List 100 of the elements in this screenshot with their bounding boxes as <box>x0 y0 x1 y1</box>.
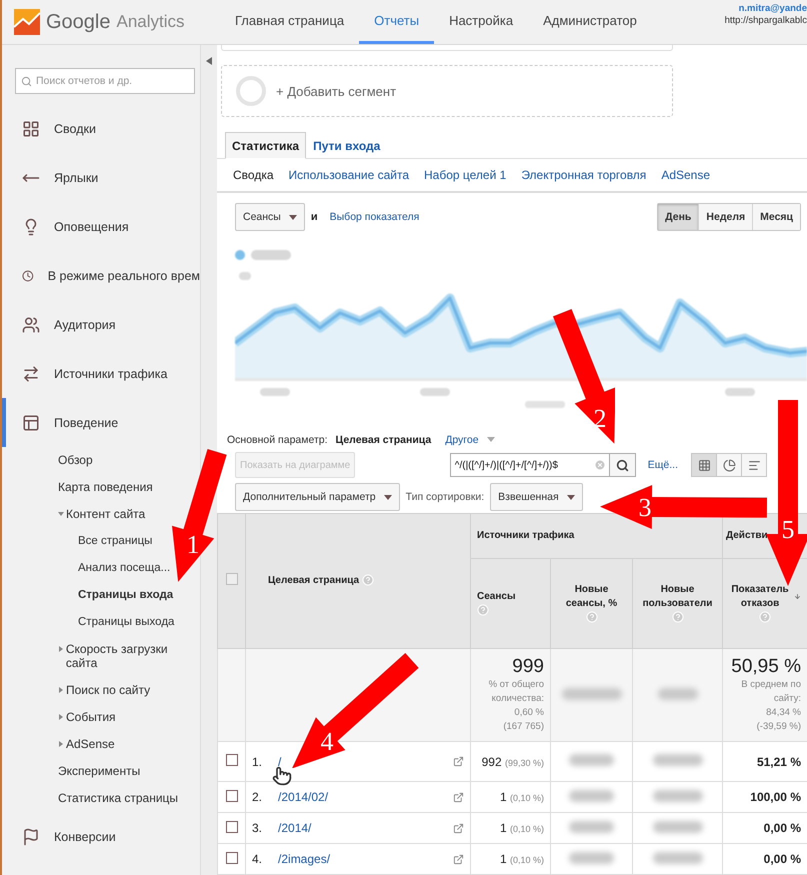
search-icon <box>616 458 629 472</box>
row-checkbox[interactable] <box>226 790 238 802</box>
other-dimension-link[interactable]: Другое <box>445 434 479 446</box>
external-link-icon[interactable] <box>453 854 464 864</box>
conjunction-text: и <box>310 211 318 224</box>
secondary-dimension-dropdown[interactable]: Дополнительный параметр <box>235 483 400 511</box>
nav-subitem[interactable]: Эксперименты <box>58 758 140 785</box>
blurred-value <box>658 688 698 700</box>
filter-field[interactable]: ^/(|([^/]+/)|([^/]+/[^/]+/))$ <box>450 453 610 478</box>
period-button[interactable]: День <box>658 204 698 230</box>
nav-subitem[interactable]: Статистика страницы <box>58 785 178 812</box>
nav-tab[interactable]: Администратор <box>528 0 652 44</box>
nav-subitem[interactable]: Страницы входа <box>78 582 174 609</box>
annotation-number: 3 <box>638 493 652 523</box>
select-metric-link[interactable]: Выбор показателя <box>330 211 420 224</box>
nav-subitem[interactable]: Поиск по сайту <box>58 677 150 704</box>
bounce-rate-value: 0,00 % <box>764 852 801 866</box>
grid-icon <box>22 120 40 138</box>
bounce-rate-value: 51,21 % <box>756 754 801 768</box>
bars-icon <box>748 458 760 472</box>
bars-view-button[interactable] <box>741 453 767 478</box>
nav-item[interactable]: Ярлыки <box>2 153 200 202</box>
pie-view-button[interactable] <box>716 453 742 478</box>
subtab-link[interactable]: Использование сайта <box>288 168 410 182</box>
row-checkbox[interactable] <box>226 820 238 832</box>
table-view-button[interactable] <box>691 453 717 478</box>
blurred-value <box>652 754 702 766</box>
external-link-icon[interactable] <box>453 822 464 834</box>
search-field[interactable]: Поиск отчетов и др. <box>15 68 195 94</box>
page-link[interactable]: /2014/02/ <box>278 790 328 804</box>
blurred-value <box>569 754 614 766</box>
nav-item[interactable]: Сводки <box>2 104 200 153</box>
nav-subitem[interactable]: Контент сайта <box>58 501 146 528</box>
nav-item[interactable]: Конверсии <box>2 812 200 861</box>
row-checkbox[interactable] <box>226 852 238 864</box>
blurred-axis-label <box>239 272 251 280</box>
row-index: 1. <box>252 754 262 768</box>
period-button[interactable]: Неделя <box>698 204 752 230</box>
group-header: Действи <box>726 530 768 541</box>
external-link-icon[interactable] <box>453 792 464 802</box>
bounce-rate-value: 0,00 % <box>764 821 801 835</box>
annotation-number: 4 <box>320 727 334 757</box>
bounce-rate-value: 100,00 % <box>750 790 801 804</box>
subtab-link[interactable]: AdSense <box>661 168 710 182</box>
flag-icon <box>22 828 40 846</box>
sessions-share: (0,10 %) <box>510 855 544 865</box>
nav-subitem[interactable]: Обзор <box>58 447 93 474</box>
sessions-value: 1 <box>500 852 507 866</box>
search-button[interactable] <box>610 453 636 478</box>
external-link-icon[interactable] <box>453 756 464 767</box>
column-header[interactable]: Сеансы <box>477 590 516 604</box>
sort-down-icon[interactable] <box>794 591 801 602</box>
nav-tab[interactable]: Главная страница <box>220 0 360 44</box>
caret-right-icon <box>58 646 64 652</box>
more-link[interactable]: Ещё... <box>648 459 678 472</box>
group-header: Источники трафика <box>477 530 574 541</box>
arrows-icon <box>22 364 40 382</box>
subtab-link[interactable]: Сводка <box>233 168 274 182</box>
blurred-value <box>652 820 702 832</box>
nav-tab[interactable]: Настройка <box>434 0 528 44</box>
column-header[interactable]: Целевая страница <box>268 575 360 586</box>
tab[interactable]: Статистика <box>225 132 306 160</box>
nav-item[interactable]: В режиме реального врем <box>2 251 200 300</box>
page-link[interactable]: /2images/ <box>278 852 330 866</box>
nav-item[interactable]: Аудитория <box>2 300 200 349</box>
caret-right-icon <box>58 714 64 720</box>
subtab-link[interactable]: Набор целей 1 <box>424 168 506 182</box>
select-all-checkbox[interactable] <box>226 572 238 584</box>
total-note: % от общего количества: <box>488 678 544 706</box>
caret-right-icon <box>58 741 64 747</box>
collapse-icon[interactable] <box>206 57 212 65</box>
account-email[interactable]: n.mitra@yande <box>738 3 807 15</box>
blurred-value <box>569 790 614 802</box>
row-checkbox[interactable] <box>226 754 238 766</box>
row-index: 3. <box>252 821 262 835</box>
logo-product: Analytics <box>116 12 185 32</box>
nav-subitem[interactable]: Все страницы <box>78 528 152 555</box>
nav-subitem[interactable]: Карта поведения <box>58 474 153 501</box>
period-button[interactable]: Месяц <box>752 204 800 230</box>
add-segment-button[interactable]: + Добавить сегмент <box>221 65 673 117</box>
metric-dropdown[interactable]: Сеансы <box>235 203 305 232</box>
sessions-share: (99,30 %) <box>504 758 544 768</box>
subtab-link[interactable]: Электронная торговля <box>521 168 646 182</box>
pie-icon <box>722 458 736 472</box>
total-note: В среднем по сайту: <box>740 678 801 706</box>
sort-type-dropdown[interactable]: Взвешенная <box>490 483 583 511</box>
page-link[interactable]: /2014/ <box>278 821 312 835</box>
blurred-value <box>652 790 702 802</box>
nav-item[interactable]: Источники трафика <box>2 349 200 398</box>
nav-item[interactable]: Оповещения <box>2 202 200 251</box>
nav-subitem[interactable]: Скорость загрузки сайта <box>58 636 200 677</box>
logo-brand: Google <box>46 10 110 34</box>
nav-subitem[interactable]: Анализ посеща... <box>78 555 170 582</box>
nav-subitem[interactable]: Страницы выхода <box>78 609 174 636</box>
nav-subitem[interactable]: События <box>58 704 116 731</box>
page-link[interactable]: / <box>278 754 282 768</box>
nav-subitem[interactable]: AdSense <box>58 731 115 758</box>
tab[interactable]: Пути входа <box>306 132 388 160</box>
caret-down-icon <box>58 511 64 517</box>
sessions-value: 1 <box>500 790 507 804</box>
